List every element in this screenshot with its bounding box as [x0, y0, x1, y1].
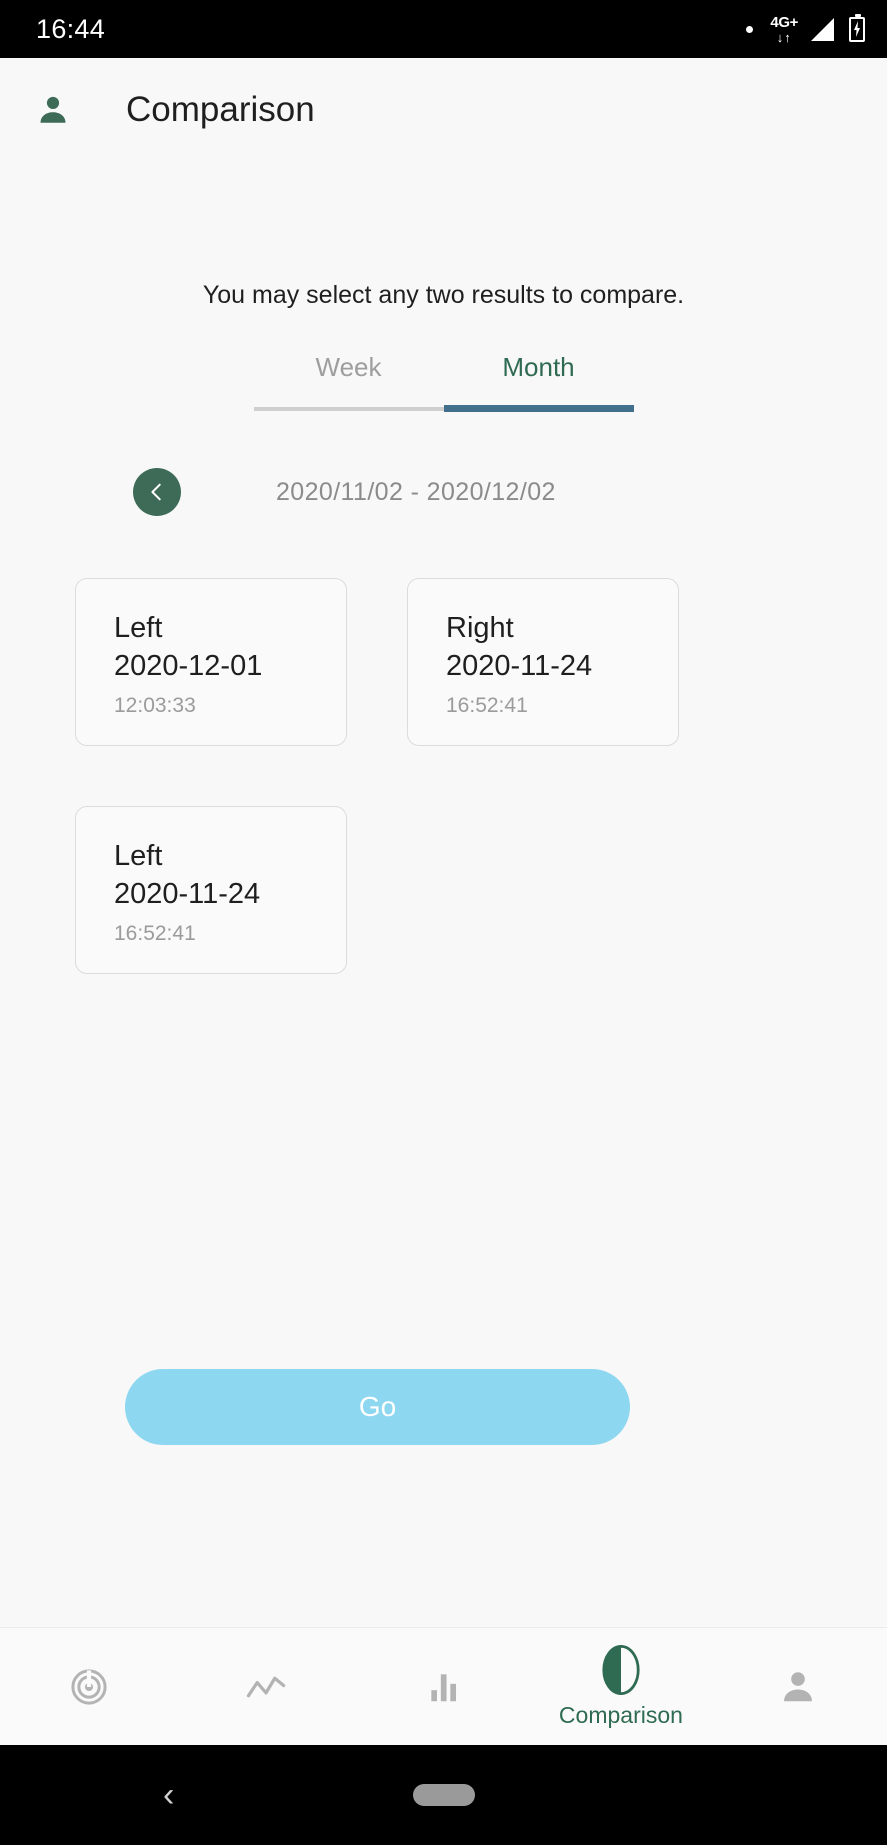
result-card[interactable]: Left 2020-12-01 12:03:33 [75, 578, 347, 746]
result-card-list: Left 2020-12-01 12:03:33 Right 2020-11-2… [0, 578, 887, 974]
status-icons: 4G+ ↓↑ [746, 13, 865, 44]
network-type-icon: 4G+ ↓↑ [770, 15, 798, 44]
date-navigation: 2020/11/02 - 2020/12/02 [0, 468, 887, 516]
result-side: Left [114, 612, 163, 644]
bar-chart-icon [430, 1673, 456, 1701]
result-time: 12:03:33 [114, 693, 196, 717]
tab-underline-week [253, 406, 444, 411]
android-navigation-bar: ‹ [0, 1745, 887, 1845]
android-home-pill[interactable] [412, 1784, 475, 1806]
bolt-icon [854, 21, 860, 37]
person-icon[interactable] [36, 92, 70, 128]
network-gen-label: 4G+ [770, 13, 798, 31]
result-side: Left [114, 840, 163, 872]
tab-month[interactable]: Month [444, 352, 634, 405]
nav-item-profile[interactable] [710, 1628, 887, 1745]
tab-underline-month [443, 405, 634, 412]
result-date: 2020-11-24 [114, 878, 261, 911]
hint-text: You may select any two results to compar… [202, 281, 685, 309]
go-button[interactable]: Go [125, 1369, 630, 1445]
line-chart-icon [246, 1676, 286, 1697]
chevron-left-icon [151, 483, 161, 501]
dot-icon [746, 25, 754, 33]
signal-icon [811, 17, 834, 41]
half-circle-comparison-icon [602, 1644, 640, 1696]
result-side: Right [446, 612, 514, 644]
person-icon [784, 1671, 813, 1701]
network-arrows-icon: ↓↑ [776, 29, 792, 45]
app-header: Comparison [0, 58, 887, 161]
nav-item-measure[interactable] [0, 1628, 177, 1745]
radar-measure-icon [71, 1668, 107, 1705]
page-title: Comparison [126, 89, 315, 129]
tab-week[interactable]: Week [254, 352, 444, 405]
tab-indicator-row [253, 405, 634, 412]
phone-screen: 16:44 4G+ ↓↑ Comparison You may select a… [0, 0, 887, 1845]
android-back-button[interactable]: ‹ [163, 1778, 174, 1812]
previous-period-button[interactable] [133, 468, 181, 516]
result-time: 16:52:41 [446, 693, 528, 717]
battery-charging-icon [849, 13, 865, 42]
main-content: You may select any two results to compar… [0, 161, 887, 1627]
result-card[interactable]: Right 2020-11-24 16:52:41 [407, 578, 679, 746]
status-time: 16:44 [36, 13, 106, 44]
date-range-label: 2020/11/02 - 2020/12/02 [276, 477, 556, 506]
nav-item-comparison-label: Comparison [558, 1702, 683, 1728]
nav-item-trend[interactable] [177, 1628, 354, 1745]
result-date: 2020-11-24 [446, 650, 593, 683]
period-tabs: Week Month [254, 352, 634, 405]
status-bar: 16:44 4G+ ↓↑ [0, 0, 887, 58]
result-date: 2020-12-01 [114, 650, 263, 683]
bottom-navigation: Comparison [0, 1627, 887, 1745]
nav-item-statistics[interactable] [355, 1628, 532, 1745]
result-card[interactable]: Left 2020-11-24 16:52:41 [75, 806, 347, 974]
nav-item-comparison[interactable]: Comparison [532, 1628, 709, 1745]
result-time: 16:52:41 [114, 921, 196, 945]
